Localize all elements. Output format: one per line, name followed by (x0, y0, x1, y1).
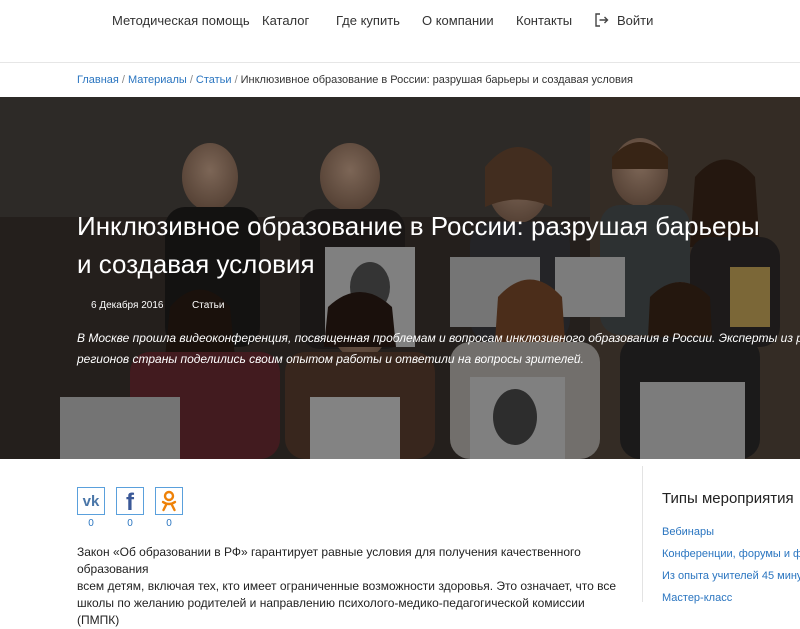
odnoklassniki-icon (161, 490, 177, 512)
lead-line: В Москве прошла видеоконференция, посвящ… (77, 331, 800, 345)
svg-text:f: f (126, 489, 135, 514)
breadcrumb-separator: / (121, 74, 125, 86)
breadcrumb-materials[interactable]: Материалы (128, 74, 187, 86)
login-link[interactable]: Войти (595, 13, 653, 28)
lead-line: регионов страны поделились своим опытом … (77, 352, 584, 366)
article-lead: В Москве прошла видеоконференция, посвящ… (77, 328, 800, 370)
sidebar: Типы мероприятия Вебинары Конференции, ф… (662, 490, 800, 609)
facebook-icon: f (126, 489, 135, 516)
publish-date: 6 Декабря 2016 (91, 300, 164, 311)
sidebar-link-webinars[interactable]: Вебинары (662, 526, 714, 538)
odnoklassniki-share-button[interactable] (155, 487, 183, 515)
nav-item-contacts[interactable]: Контакты (516, 13, 572, 28)
list-item: Из опыта учителей 45 минут (662, 565, 800, 587)
breadcrumb-separator: / (189, 74, 193, 86)
sidebar-title: Типы мероприятия (662, 490, 794, 507)
nav-item-methodical-help[interactable]: Методическая помощь (112, 13, 250, 28)
odnoklassniki-share-count: 0 (166, 518, 172, 529)
breadcrumb-current: Инклюзивное образование в России: разруш… (240, 74, 633, 86)
nav-divider (0, 62, 800, 63)
article-text-line: Закон «Об образовании в РФ» гарантирует … (77, 545, 581, 576)
nav-item-about[interactable]: О компании (422, 13, 494, 28)
page-title: Инклюзивное образование в России: разруш… (77, 211, 760, 279)
login-label: Войти (617, 13, 654, 28)
breadcrumb-separator: / (234, 74, 238, 86)
sidebar-link-master-class[interactable]: Мастер-класс (662, 592, 732, 604)
category-label[interactable]: Статьи (192, 300, 224, 311)
nav-item-catalog[interactable]: Каталог (262, 13, 309, 28)
list-item: Мастер-класс (662, 587, 800, 609)
facebook-share-button[interactable]: f (116, 487, 144, 516)
article-text-line: школы по желанию родителей и направлению… (77, 596, 585, 627)
article-body: Закон «Об образовании в РФ» гарантирует … (77, 544, 622, 629)
vk-share-count: 0 (88, 518, 94, 529)
article-text-line: всем детям, включая тех, кто имеет огран… (77, 579, 617, 593)
nav-item-where-to-buy[interactable]: Где купить (336, 13, 400, 28)
breadcrumb-home[interactable]: Главная (77, 74, 119, 86)
login-icon (595, 13, 609, 27)
svg-text:vk: vk (83, 493, 100, 510)
breadcrumb: Главная / Материалы / Статьи / Инклюзивное обр… (77, 74, 633, 86)
hero-banner: Инклюзивное образование в России: разруш… (0, 97, 800, 459)
top-navigation: Методическая помощь Каталог Где купить О… (0, 0, 800, 62)
breadcrumb-articles[interactable]: Статьи (196, 74, 232, 86)
event-types-list: Вебинары Конференции, форумы и фе Из опы… (662, 521, 800, 609)
sidebar-divider (642, 466, 643, 602)
sidebar-link-conferences[interactable]: Конференции, форумы и фе (662, 548, 800, 560)
vk-share-button[interactable]: vk (77, 487, 105, 515)
sidebar-link-teacher-experience[interactable]: Из опыта учителей 45 минут (662, 570, 800, 582)
list-item: Конференции, форумы и фе (662, 543, 800, 565)
vk-icon: vk (83, 493, 100, 510)
list-item: Вебинары (662, 521, 800, 543)
facebook-share-count: 0 (127, 518, 133, 529)
